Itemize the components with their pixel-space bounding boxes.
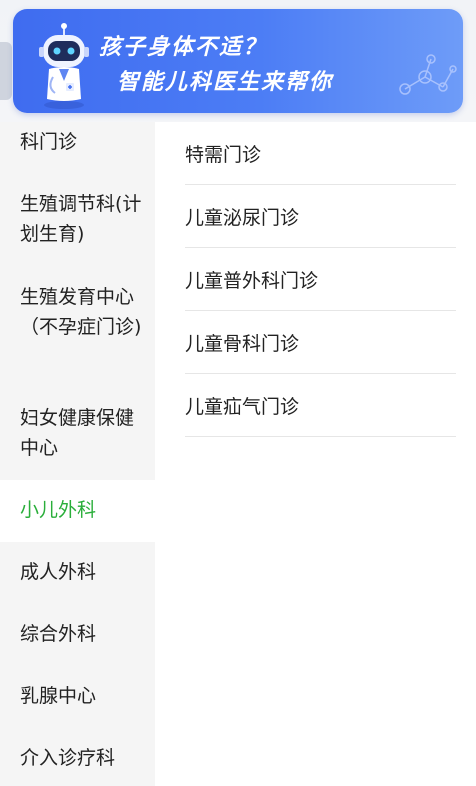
sidebar-item-interventional[interactable]: 介入诊疗科 bbox=[0, 743, 155, 783]
clinic-item-hernia[interactable]: 儿童疝气门诊 bbox=[185, 375, 456, 437]
clinic-item-label: 特需门诊 bbox=[185, 144, 262, 166]
sidebar-item-label: 妇女健康保健中心 bbox=[20, 407, 135, 459]
molecule-decoration-icon bbox=[399, 54, 457, 95]
sidebar-item-label: 综合外科 bbox=[20, 623, 97, 645]
clinic-item-orthopedics[interactable]: 儿童骨科门诊 bbox=[185, 312, 456, 374]
sidebar-item-womens-health[interactable]: 妇女健康保健中心 bbox=[0, 403, 155, 473]
sidebar-item-label: 成人外科 bbox=[20, 561, 97, 583]
sidebar-item-pediatric-surgery[interactable]: 小儿外科 bbox=[0, 480, 155, 542]
clinic-item-label: 儿童骨科门诊 bbox=[185, 333, 300, 355]
sidebar-item-label: 小儿外科 bbox=[20, 499, 97, 521]
sidebar-item-label: 生殖发育中心（不孕症门诊) bbox=[20, 286, 142, 338]
clinic-item-urology[interactable]: 儿童泌尿门诊 bbox=[185, 186, 456, 248]
clinic-item-general-surgery[interactable]: 儿童普外科门诊 bbox=[185, 249, 456, 311]
sidebar-item-label: 生殖调节科(计划生育) bbox=[20, 193, 142, 245]
sidebar-item-breast-center[interactable]: 乳腺中心 bbox=[0, 681, 155, 721]
clinic-item-special[interactable]: 特需门诊 bbox=[185, 123, 456, 185]
clinic-list: 特需门诊 儿童泌尿门诊 儿童普外科门诊 儿童骨科门诊 儿童疝气门诊 bbox=[185, 122, 456, 437]
sidebar-item-reproductive-regulation[interactable]: 生殖调节科(计划生育) bbox=[0, 189, 155, 259]
sidebar-item-general-surgery[interactable]: 综合外科 bbox=[0, 619, 155, 659]
sidebar-item-partial[interactable]: 科门诊 bbox=[0, 127, 155, 182]
sidebar-item-adult-surgery[interactable]: 成人外科 bbox=[0, 557, 155, 597]
robot-doctor-icon bbox=[39, 23, 89, 109]
clinic-item-label: 儿童泌尿门诊 bbox=[185, 207, 300, 229]
clinic-item-label: 儿童普外科门诊 bbox=[185, 270, 319, 292]
sidebar-item-label: 乳腺中心 bbox=[20, 685, 97, 707]
banner-subtitle: 智能儿科医生来帮你 bbox=[117, 70, 334, 95]
clinic-item-label: 儿童疝气门诊 bbox=[185, 396, 300, 418]
ai-pediatrician-banner[interactable]: 孩子身体不适？ 智能儿科医生来帮你 bbox=[13, 9, 463, 113]
sidebar-item-label: 介入诊疗科 bbox=[20, 747, 116, 769]
sidebar-item-label: 科门诊 bbox=[20, 131, 78, 153]
drag-handle[interactable] bbox=[0, 42, 12, 100]
banner-title: 孩子身体不适？ bbox=[99, 35, 268, 60]
sidebar-item-reproductive-center[interactable]: 生殖发育中心（不孕症门诊) bbox=[0, 282, 155, 382]
